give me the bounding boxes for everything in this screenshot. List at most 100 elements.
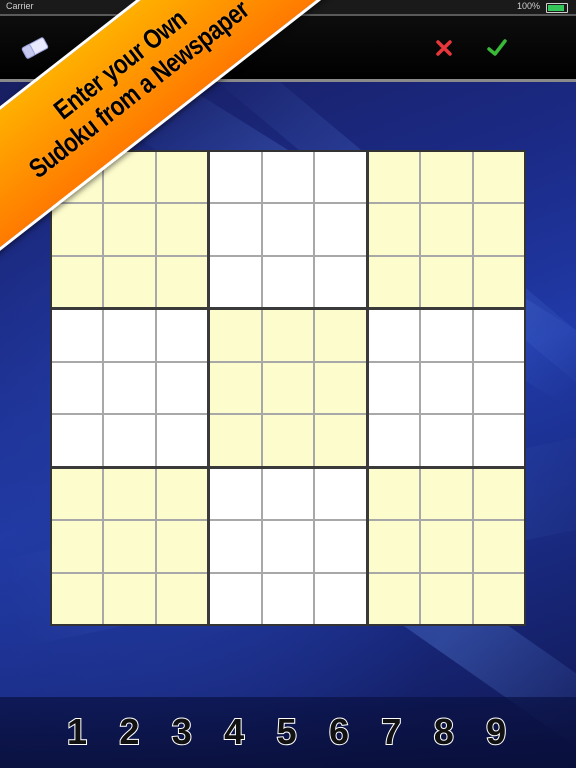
sudoku-cell[interactable] bbox=[104, 256, 155, 308]
sudoku-cell[interactable] bbox=[262, 521, 314, 572]
sudoku-cell[interactable] bbox=[104, 362, 155, 414]
sudoku-cell[interactable] bbox=[368, 152, 420, 203]
sudoku-cell[interactable] bbox=[156, 204, 208, 255]
confirm-button[interactable] bbox=[477, 28, 517, 68]
sudoku-cell[interactable] bbox=[315, 521, 366, 572]
sudoku-cell[interactable] bbox=[368, 521, 420, 572]
sudoku-box bbox=[210, 468, 366, 624]
sudoku-box bbox=[210, 310, 366, 466]
sudoku-cell[interactable] bbox=[52, 468, 103, 520]
sudoku-cell[interactable] bbox=[315, 362, 366, 414]
sudoku-cell[interactable] bbox=[156, 573, 208, 624]
sudoku-cell[interactable] bbox=[473, 415, 524, 466]
sudoku-cell[interactable] bbox=[156, 362, 208, 414]
sudoku-cell[interactable] bbox=[52, 521, 103, 572]
sudoku-cell[interactable] bbox=[421, 362, 472, 414]
eraser-button[interactable] bbox=[15, 28, 55, 68]
number-pad: 123456789 bbox=[0, 697, 576, 768]
sudoku-cell[interactable] bbox=[262, 468, 314, 520]
sudoku-cell[interactable] bbox=[262, 152, 314, 203]
sudoku-cell[interactable] bbox=[52, 310, 103, 361]
sudoku-cell[interactable] bbox=[368, 573, 420, 624]
sudoku-cell[interactable] bbox=[368, 204, 420, 255]
sudoku-cell[interactable] bbox=[421, 468, 472, 520]
sudoku-cell[interactable] bbox=[473, 152, 524, 203]
sudoku-cell[interactable] bbox=[421, 310, 472, 361]
number-key[interactable]: 3 bbox=[162, 709, 202, 755]
sudoku-box bbox=[368, 152, 524, 308]
sudoku-cell[interactable] bbox=[315, 310, 366, 361]
number-key[interactable]: 8 bbox=[424, 709, 464, 755]
sudoku-cell[interactable] bbox=[210, 362, 261, 414]
sudoku-cell[interactable] bbox=[210, 204, 261, 255]
sudoku-cell[interactable] bbox=[262, 362, 314, 414]
sudoku-cell[interactable] bbox=[368, 468, 420, 520]
sudoku-cell[interactable] bbox=[421, 256, 472, 308]
sudoku-cell[interactable] bbox=[473, 310, 524, 361]
sudoku-cell[interactable] bbox=[262, 256, 314, 308]
number-key[interactable]: 1 bbox=[57, 709, 97, 755]
battery-icon bbox=[546, 3, 568, 13]
sudoku-box bbox=[368, 310, 524, 466]
sudoku-cell[interactable] bbox=[473, 256, 524, 308]
sudoku-cell[interactable] bbox=[156, 521, 208, 572]
sudoku-cell[interactable] bbox=[52, 573, 103, 624]
number-key[interactable]: 9 bbox=[476, 709, 516, 755]
sudoku-cell[interactable] bbox=[156, 415, 208, 466]
sudoku-cell[interactable] bbox=[368, 362, 420, 414]
sudoku-cell[interactable] bbox=[262, 204, 314, 255]
sudoku-cell[interactable] bbox=[104, 521, 155, 572]
number-key[interactable]: 5 bbox=[267, 709, 307, 755]
sudoku-cell[interactable] bbox=[210, 573, 261, 624]
sudoku-cell[interactable] bbox=[473, 468, 524, 520]
sudoku-cell[interactable] bbox=[262, 573, 314, 624]
sudoku-cell[interactable] bbox=[52, 204, 103, 255]
sudoku-cell[interactable] bbox=[421, 152, 472, 203]
sudoku-cell[interactable] bbox=[315, 468, 366, 520]
battery-fill bbox=[548, 5, 564, 11]
sudoku-cell[interactable] bbox=[262, 415, 314, 466]
sudoku-cell[interactable] bbox=[315, 573, 366, 624]
sudoku-cell[interactable] bbox=[156, 468, 208, 520]
sudoku-cell[interactable] bbox=[210, 415, 261, 466]
sudoku-cell[interactable] bbox=[210, 256, 261, 308]
sudoku-cell[interactable] bbox=[315, 415, 366, 466]
sudoku-cell[interactable] bbox=[156, 152, 208, 203]
sudoku-cell[interactable] bbox=[52, 415, 103, 466]
sudoku-cell[interactable] bbox=[210, 521, 261, 572]
sudoku-cell[interactable] bbox=[104, 573, 155, 624]
sudoku-cell[interactable] bbox=[368, 415, 420, 466]
sudoku-cell[interactable] bbox=[52, 362, 103, 414]
cancel-button[interactable] bbox=[424, 28, 464, 68]
number-key[interactable]: 7 bbox=[371, 709, 411, 755]
sudoku-cell[interactable] bbox=[104, 415, 155, 466]
sudoku-box bbox=[210, 152, 366, 308]
sudoku-cell[interactable] bbox=[421, 415, 472, 466]
sudoku-cell[interactable] bbox=[421, 204, 472, 255]
number-key[interactable]: 4 bbox=[214, 709, 254, 755]
sudoku-cell[interactable] bbox=[52, 256, 103, 308]
sudoku-cell[interactable] bbox=[104, 204, 155, 255]
sudoku-cell[interactable] bbox=[473, 204, 524, 255]
sudoku-cell[interactable] bbox=[421, 521, 472, 572]
sudoku-cell[interactable] bbox=[368, 256, 420, 308]
sudoku-cell[interactable] bbox=[104, 310, 155, 361]
number-key[interactable]: 6 bbox=[319, 709, 359, 755]
sudoku-cell[interactable] bbox=[473, 362, 524, 414]
sudoku-cell[interactable] bbox=[156, 310, 208, 361]
sudoku-cell[interactable] bbox=[315, 256, 366, 308]
sudoku-cell[interactable] bbox=[315, 152, 366, 203]
sudoku-cell[interactable] bbox=[368, 310, 420, 361]
sudoku-cell[interactable] bbox=[421, 573, 472, 624]
sudoku-cell[interactable] bbox=[315, 204, 366, 255]
sudoku-cell[interactable] bbox=[210, 310, 261, 361]
sudoku-cell[interactable] bbox=[210, 152, 261, 203]
sudoku-cell[interactable] bbox=[473, 573, 524, 624]
sudoku-cell[interactable] bbox=[104, 468, 155, 520]
sudoku-cell[interactable] bbox=[210, 468, 261, 520]
sudoku-cell[interactable] bbox=[156, 256, 208, 308]
app-screen: Carrier 100% Enter your Own Sudoku from … bbox=[0, 0, 576, 768]
sudoku-cell[interactable] bbox=[262, 310, 314, 361]
sudoku-cell[interactable] bbox=[473, 521, 524, 572]
number-key[interactable]: 2 bbox=[109, 709, 149, 755]
